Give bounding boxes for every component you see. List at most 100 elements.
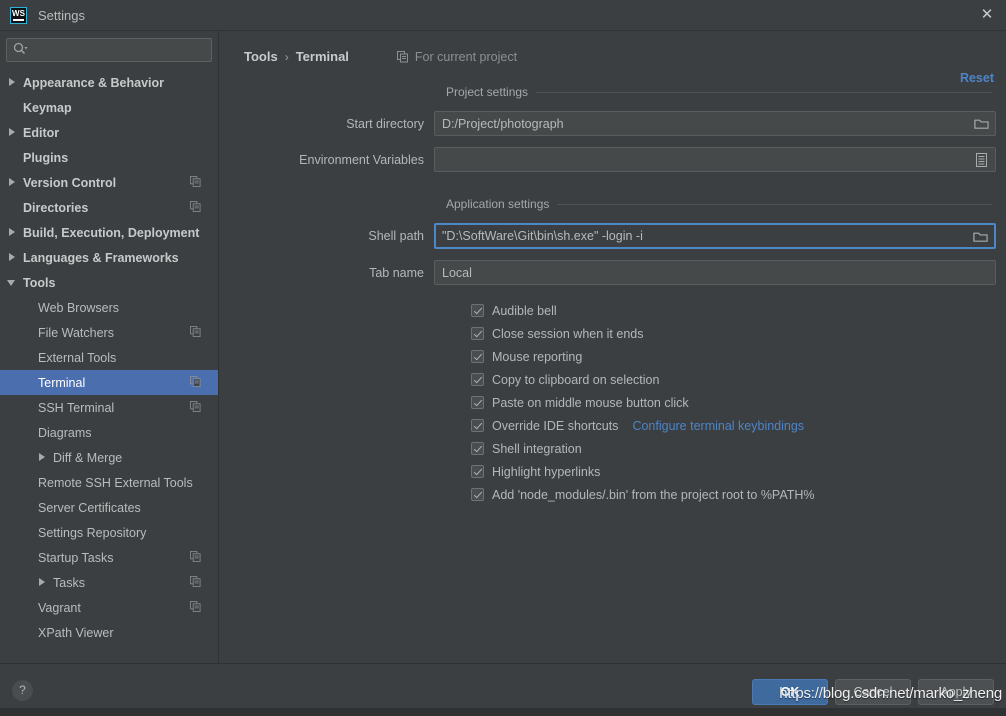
chevron-right-icon[interactable] xyxy=(38,453,47,462)
breadcrumb-parent[interactable]: Tools xyxy=(244,49,278,64)
footer-strip xyxy=(0,708,1006,716)
configure-terminal-keybindings-link[interactable]: Configure terminal keybindings xyxy=(632,419,804,433)
chevron-right-icon[interactable] xyxy=(8,128,17,137)
sidebar-item-web-browsers[interactable]: Web Browsers xyxy=(0,295,218,320)
sidebar-item-settings-repository[interactable]: Settings Repository xyxy=(0,520,218,545)
document-icon[interactable] xyxy=(968,148,994,171)
chevron-right-icon[interactable] xyxy=(8,228,17,237)
sidebar-item-directories[interactable]: Directories xyxy=(0,195,218,220)
search-input[interactable] xyxy=(28,42,205,58)
sidebar-item-label: Startup Tasks xyxy=(38,550,114,565)
checkbox-label: Mouse reporting xyxy=(492,349,583,364)
checkbox-label: Close session when it ends xyxy=(492,326,644,341)
sidebar-item-terminal[interactable]: Terminal xyxy=(0,370,218,395)
checkbox-row[interactable]: Shell integration xyxy=(471,437,996,460)
tab-name-input[interactable]: Local xyxy=(434,260,996,285)
title-bar: WS Settings ✕ xyxy=(0,0,1006,30)
sidebar-item-file-watchers[interactable]: File Watchers xyxy=(0,320,218,345)
copy-settings-icon xyxy=(396,50,409,63)
checkbox-label: Highlight hyperlinks xyxy=(492,464,601,479)
checkbox-label: Override IDE shortcuts xyxy=(492,418,619,433)
checkbox-close-session-when-it-ends[interactable] xyxy=(471,327,484,340)
window-title: Settings xyxy=(38,7,85,23)
sidebar-item-keymap[interactable]: Keymap xyxy=(0,95,218,120)
sidebar-item-label: Diagrams xyxy=(38,425,92,440)
sidebar-item-startup-tasks[interactable]: Startup Tasks xyxy=(0,545,218,570)
sidebar-item-vagrant[interactable]: Vagrant xyxy=(0,595,218,620)
checkbox-row[interactable]: Paste on middle mouse button click xyxy=(471,391,996,414)
sidebar-item-build-execution-deployment[interactable]: Build, Execution, Deployment xyxy=(0,220,218,245)
sidebar-item-label: XPath Viewer xyxy=(38,625,114,640)
checkbox-label: Audible bell xyxy=(492,303,557,318)
checkbox-highlight-hyperlinks[interactable] xyxy=(471,465,484,478)
start-directory-input[interactable]: D:/Project/photograph xyxy=(434,111,996,136)
checkbox-row[interactable]: Copy to clipboard on selection xyxy=(471,368,996,391)
project-scope-icon xyxy=(190,175,201,190)
project-scope-icon xyxy=(190,575,201,590)
reset-link[interactable]: Reset xyxy=(960,71,994,85)
checkbox-add-node-modules-bin-from-the-project-root-to-path[interactable] xyxy=(471,488,484,501)
close-icon[interactable]: ✕ xyxy=(978,6,996,24)
sidebar-item-diff-merge[interactable]: Diff & Merge xyxy=(0,445,218,470)
checkbox-mouse-reporting[interactable] xyxy=(471,350,484,363)
sidebar-item-label: Server Certificates xyxy=(38,500,141,515)
checkbox-audible-bell[interactable] xyxy=(471,304,484,317)
checkbox-label: Paste on middle mouse button click xyxy=(492,395,689,410)
chevron-right-icon[interactable] xyxy=(8,253,17,262)
ok-button[interactable]: OK xyxy=(752,679,828,705)
sidebar-item-editor[interactable]: Editor xyxy=(0,120,218,145)
checkbox-shell-integration[interactable] xyxy=(471,442,484,455)
folder-icon[interactable] xyxy=(967,225,993,247)
checkbox-row[interactable]: Audible bell xyxy=(471,299,996,322)
checkbox-row[interactable]: Add 'node_modules/.bin' from the project… xyxy=(471,483,996,506)
sidebar-item-languages-frameworks[interactable]: Languages & Frameworks xyxy=(0,245,218,270)
chevron-down-icon[interactable] xyxy=(7,278,17,287)
apply-button[interactable]: Apply xyxy=(918,679,994,705)
checkbox-label: Copy to clipboard on selection xyxy=(492,372,660,387)
input-value: Local xyxy=(442,265,472,280)
sidebar-item-tools[interactable]: Tools xyxy=(0,270,218,295)
project-scope-icon xyxy=(190,325,201,340)
chevron-right-icon[interactable] xyxy=(8,178,17,187)
sidebar-item-label: Plugins xyxy=(23,150,69,165)
search-box[interactable] xyxy=(6,38,212,62)
sidebar-item-version-control[interactable]: Version Control xyxy=(0,170,218,195)
checkbox-row[interactable]: Mouse reporting xyxy=(471,345,996,368)
sidebar-item-plugins[interactable]: Plugins xyxy=(0,145,218,170)
sidebar-item-server-certificates[interactable]: Server Certificates xyxy=(0,495,218,520)
sidebar-item-tasks[interactable]: Tasks xyxy=(0,570,218,595)
help-button[interactable]: ? xyxy=(12,679,33,701)
sidebar-item-remote-ssh-external-tools[interactable]: Remote SSH External Tools xyxy=(0,470,218,495)
checkbox-override-ide-shortcuts[interactable] xyxy=(471,419,484,432)
sidebar-item-label: File Watchers xyxy=(38,325,114,340)
shell-path-input[interactable]: "D:\SoftWare\Git\bin\sh.exe" -login -i xyxy=(434,223,996,249)
sidebar-item-appearance-behavior[interactable]: Appearance & Behavior xyxy=(0,70,218,95)
checkbox-row[interactable]: Highlight hyperlinks xyxy=(471,460,996,483)
field-label: Start directory xyxy=(346,116,424,131)
checkbox-row[interactable]: Override IDE shortcuts Configure terminal… xyxy=(471,414,996,437)
chevron-right-icon[interactable] xyxy=(38,578,47,587)
sidebar-item-diagrams[interactable]: Diagrams xyxy=(0,420,218,445)
cancel-button[interactable]: Cancel xyxy=(835,679,911,705)
terminal-options-list: Audible bell Close session when it ends Mo… xyxy=(219,299,996,506)
chevron-right-icon[interactable] xyxy=(8,78,17,87)
checkbox-copy-to-clipboard-on-selection[interactable] xyxy=(471,373,484,386)
group-rule xyxy=(557,203,992,205)
settings-sidebar: Appearance & Behavior Keymap Editor Plugins… xyxy=(0,31,219,663)
project-scope-icon xyxy=(190,600,201,615)
sidebar-item-label: Tasks xyxy=(53,575,85,590)
sidebar-item-external-tools[interactable]: External Tools xyxy=(0,345,218,370)
checkbox-paste-on-middle-mouse-button-click[interactable] xyxy=(471,396,484,409)
sidebar-item-label: Appearance & Behavior xyxy=(23,75,165,90)
search-icon xyxy=(13,41,28,60)
field-row: Shell path "D:\SoftWare\Git\bin\sh.exe" -… xyxy=(219,223,996,249)
sidebar-item-ssh-terminal[interactable]: SSH Terminal xyxy=(0,395,218,420)
sidebar-item-xpath-viewer[interactable]: XPath Viewer xyxy=(0,620,218,645)
environment-variables-input[interactable] xyxy=(434,147,996,172)
search-container xyxy=(0,38,218,68)
checkbox-row[interactable]: Close session when it ends xyxy=(471,322,996,345)
folder-icon[interactable] xyxy=(968,112,994,135)
settings-main-pane: Tools › Terminal For current project Res… xyxy=(219,31,1006,663)
